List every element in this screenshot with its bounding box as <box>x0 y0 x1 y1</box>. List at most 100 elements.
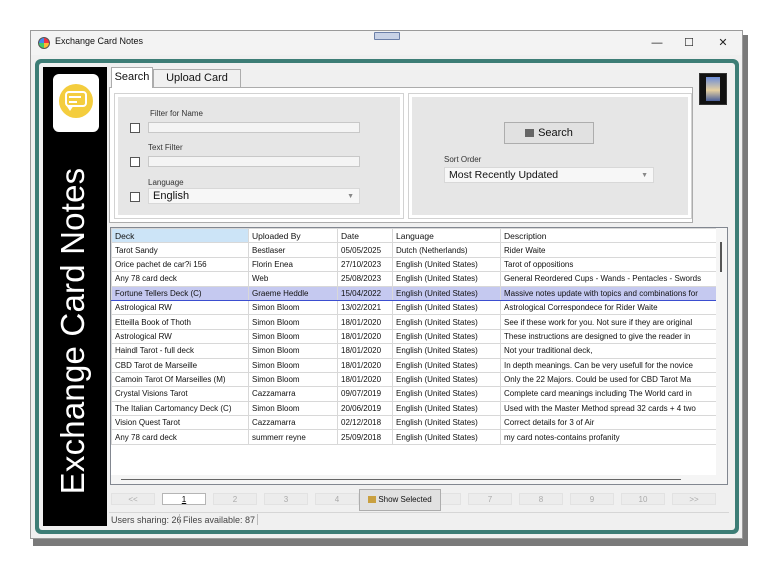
table-cell[interactable]: Simon Bloom <box>248 400 338 417</box>
table-cell[interactable]: Tarot Sandy <box>111 242 249 258</box>
vertical-scrollbar[interactable] <box>716 228 727 484</box>
column-header-description[interactable]: Description <box>500 228 718 244</box>
table-row[interactable]: The Italian Cartomancy Deck (C) Simon Blo… <box>111 400 718 417</box>
pager-page-button[interactable]: 7 <box>468 493 512 505</box>
table-cell[interactable]: English (United States) <box>392 328 501 345</box>
table-row[interactable]: Crystal Visions Tarot Cazzamarra 09/07/201… <box>111 386 718 402</box>
table-cell[interactable]: Simon Bloom <box>248 371 338 388</box>
pager-page-button[interactable]: 9 <box>570 493 614 505</box>
sort-order-select[interactable]: Most Recently Updated ▼ <box>444 167 654 183</box>
pager-page-button[interactable]: 8 <box>519 493 563 505</box>
title-bar[interactable]: Exchange Card Notes — ☐ ✕ <box>31 31 742 55</box>
table-cell[interactable]: Any 78 card deck <box>111 429 249 445</box>
table-cell[interactable]: Used with the Master Method spread 32 ca… <box>500 400 718 417</box>
table-cell[interactable]: English (United States) <box>392 343 501 359</box>
table-cell[interactable]: Crystal Visions Tarot <box>111 386 249 402</box>
table-cell[interactable]: Astrological RW <box>111 328 249 345</box>
table-cell[interactable]: 15/04/2022 <box>337 285 393 301</box>
table-cell[interactable]: Astrological Correspondece for Rider Wai… <box>500 299 718 316</box>
table-cell[interactable]: Graeme Heddle <box>248 285 338 301</box>
table-cell[interactable]: Etteilla Book of Thoth <box>111 314 249 330</box>
table-cell[interactable]: Haindl Tarot - full deck <box>111 343 249 359</box>
results-grid[interactable]: Deck Uploaded By Date Language Description T… <box>110 227 728 485</box>
pager-page-button[interactable]: 3 <box>264 493 308 505</box>
table-cell[interactable]: Fortune Tellers Deck (C) <box>111 285 249 301</box>
pager-first-button[interactable]: << <box>111 493 155 505</box>
table-cell[interactable]: Web <box>248 271 338 287</box>
table-cell[interactable]: 18/01/2020 <box>337 328 393 345</box>
table-cell[interactable]: English (United States) <box>392 429 501 445</box>
table-cell[interactable]: 13/02/2021 <box>337 299 393 316</box>
pager-last-button[interactable]: >> <box>672 493 716 505</box>
table-cell[interactable]: Simon Bloom <box>248 314 338 330</box>
table-row[interactable]: Any 78 card deck summerr reyne 25/09/2018 E… <box>111 429 718 445</box>
table-cell[interactable]: Camoin Tarot Of Marseilles (M) <box>111 371 249 388</box>
table-cell[interactable]: 27/10/2023 <box>337 256 393 273</box>
language-select[interactable]: English ▼ <box>148 188 360 204</box>
table-cell[interactable]: 02/12/2018 <box>337 415 393 431</box>
table-row[interactable]: Orice pachet de car?i 156 Florin Enea 27/1… <box>111 256 718 273</box>
horizontal-scroll-thumb[interactable] <box>121 479 681 480</box>
table-cell[interactable]: English (United States) <box>392 386 501 402</box>
table-cell[interactable]: See if these work for you. Not sure if t… <box>500 314 718 330</box>
name-filter-checkbox[interactable] <box>130 123 140 133</box>
vertical-scroll-thumb[interactable] <box>720 242 722 272</box>
table-cell[interactable]: In depth meanings. Can be very usefull f… <box>500 357 718 373</box>
table-cell[interactable]: summerr reyne <box>248 429 338 445</box>
table-cell[interactable]: English (United States) <box>392 285 501 301</box>
table-cell[interactable]: Cazzamarra <box>248 386 338 402</box>
show-selected-button[interactable]: Show Selected <box>359 489 441 511</box>
text-filter-input[interactable] <box>148 156 360 167</box>
column-header-uploaded-by[interactable]: Uploaded By <box>248 228 338 244</box>
column-header-date[interactable]: Date <box>337 228 393 244</box>
horizontal-scrollbar[interactable] <box>111 475 717 484</box>
table-row[interactable]: Haindl Tarot - full deck Simon Bloom 18/01… <box>111 343 718 359</box>
table-cell[interactable]: Rider Waite <box>500 242 718 258</box>
table-cell[interactable]: 18/01/2020 <box>337 371 393 388</box>
table-cell[interactable]: Correct details for 3 of Air <box>500 415 718 431</box>
table-cell[interactable]: Bestlaser <box>248 242 338 258</box>
column-header-deck[interactable]: Deck <box>111 228 249 244</box>
table-cell[interactable]: English (United States) <box>392 415 501 431</box>
table-cell[interactable]: English (United States) <box>392 357 501 373</box>
table-cell[interactable]: These instructions are designed to give … <box>500 328 718 345</box>
table-row[interactable]: Etteilla Book of Thoth Simon Bloom 18/01/2… <box>111 314 718 330</box>
name-filter-input[interactable] <box>148 122 360 133</box>
table-row[interactable]: Vision Quest Tarot Cazzamarra 02/12/2018 En… <box>111 415 718 431</box>
maximize-button[interactable]: ☐ <box>674 33 704 53</box>
column-header-language[interactable]: Language <box>392 228 501 244</box>
table-cell[interactable]: Only the 22 Majors. Could be used for CB… <box>500 371 718 388</box>
table-cell[interactable]: Dutch (Netherlands) <box>392 242 501 258</box>
table-cell[interactable]: Orice pachet de car?i 156 <box>111 256 249 273</box>
table-cell[interactable]: Tarot of oppositions <box>500 256 718 273</box>
table-cell[interactable]: Astrological RW <box>111 299 249 316</box>
table-cell[interactable]: Simon Bloom <box>248 299 338 316</box>
table-cell[interactable]: English (United States) <box>392 299 501 316</box>
text-filter-checkbox[interactable] <box>130 157 140 167</box>
table-cell[interactable]: CBD Tarot de Marseille <box>111 357 249 373</box>
table-row[interactable]: Camoin Tarot Of Marseilles (M) Simon Bloo… <box>111 371 718 388</box>
table-cell[interactable]: English (United States) <box>392 256 501 273</box>
search-button[interactable]: Search <box>504 122 594 144</box>
language-checkbox[interactable] <box>130 192 140 202</box>
tab-search[interactable]: Search <box>111 67 153 88</box>
table-cell[interactable]: Simon Bloom <box>248 357 338 373</box>
table-cell[interactable]: English (United States) <box>392 400 501 417</box>
pager-page-button[interactable]: 1 <box>162 493 206 505</box>
pager-page-button[interactable]: 4 <box>315 493 359 505</box>
table-cell[interactable]: General Reordered Cups - Wands - Pentacl… <box>500 271 718 287</box>
table-cell[interactable]: Not your traditional deck, <box>500 343 718 359</box>
table-cell[interactable]: English (United States) <box>392 371 501 388</box>
table-cell[interactable]: 25/08/2023 <box>337 271 393 287</box>
table-row[interactable]: Astrological RW Simon Bloom 13/02/2021 Engl… <box>111 299 718 316</box>
minimize-button[interactable]: — <box>642 33 672 53</box>
table-row[interactable]: Any 78 card deck Web 25/08/2023 English (Un… <box>111 271 718 287</box>
table-cell[interactable]: Any 78 card deck <box>111 271 249 287</box>
table-cell[interactable]: my card notes-contains profanity <box>500 429 718 445</box>
close-button[interactable]: ✕ <box>708 33 738 53</box>
tab-upload-card-data[interactable]: Upload Card Data <box>153 69 241 100</box>
drag-handle[interactable] <box>374 32 400 40</box>
table-cell[interactable]: 09/07/2019 <box>337 386 393 402</box>
table-row[interactable]: CBD Tarot de Marseille Simon Bloom 18/01/2… <box>111 357 718 373</box>
table-cell[interactable]: English (United States) <box>392 271 501 287</box>
